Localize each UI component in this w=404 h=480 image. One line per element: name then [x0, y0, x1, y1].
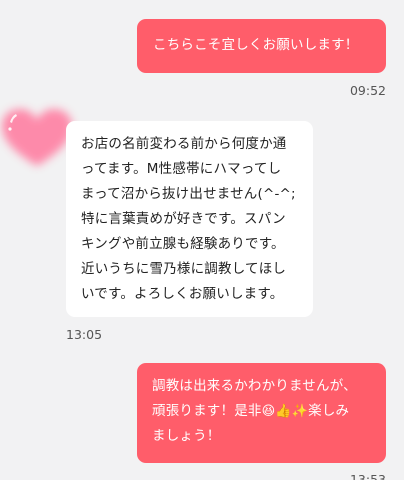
- message-text-line: ましょう！: [152, 428, 221, 444]
- sparkles-emoji-icon: ✨: [291, 404, 309, 419]
- message-timestamp: 09:52: [349, 83, 386, 98]
- message-bubble-incoming[interactable]: お店の名前変わる前から何度か通 ってます。M性感帯にハマってし まって沼から抜け…: [66, 121, 313, 317]
- thumbs-up-emoji-icon: 👍: [275, 404, 292, 419]
- laughing-emoji-icon: 😆: [261, 404, 276, 419]
- message-text-segment: 頑張ります！是非: [152, 403, 262, 419]
- message-bubble-outgoing[interactable]: 調教は出来るかわかりませんが、 頑張ります！是非😆👍✨楽しみ ましょう！: [137, 363, 386, 463]
- message-text-line: 頑張ります！是非😆👍✨楽しみ: [152, 399, 372, 424]
- message-text: こちらこそ宜しくお願いします！: [153, 37, 359, 53]
- message-timestamp: 13:05: [66, 327, 103, 342]
- message-timestamp: 13:53: [349, 472, 386, 480]
- chat-thread: こちらこそ宜しくお願いします！ 09:52 お店の名前変わる前から何度か通 って…: [0, 0, 404, 480]
- message-text-line: 調教は出来るかわかりませんが、: [152, 378, 357, 394]
- message-text: お店の名前変わる前から何度か通 ってます。M性感帯にハマってし まって沼から抜け…: [81, 136, 296, 302]
- message-bubble-outgoing[interactable]: こちらこそ宜しくお願いします！: [137, 19, 386, 73]
- message-text-segment: 楽しみ: [308, 403, 350, 419]
